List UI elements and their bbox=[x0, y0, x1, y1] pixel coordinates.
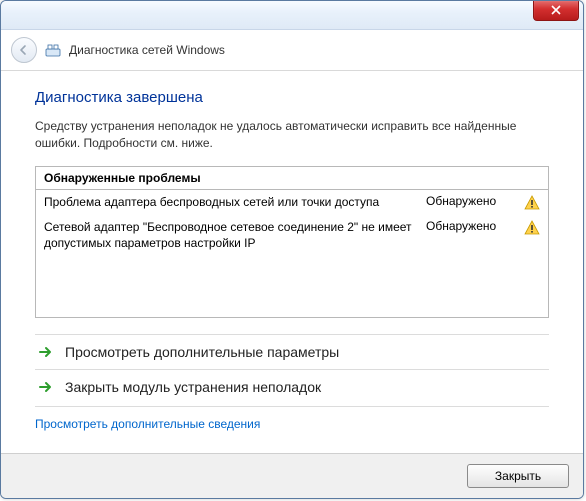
network-diag-icon bbox=[45, 42, 61, 58]
problems-header: Обнаруженные проблемы bbox=[36, 167, 548, 190]
page-subtext: Средству устранения неполадок не удалось… bbox=[35, 118, 549, 152]
problem-text: Сетевой адаптер "Беспроводное сетевое со… bbox=[44, 219, 418, 251]
arrow-right-icon bbox=[37, 343, 55, 361]
details-link-row: Просмотреть дополнительные сведения bbox=[35, 406, 549, 431]
dialog-footer: Закрыть bbox=[1, 453, 583, 498]
close-window-button[interactable] bbox=[533, 0, 579, 21]
dialog-window: Диагностика сетей Windows Диагностика за… bbox=[0, 0, 584, 499]
option-view-params[interactable]: Просмотреть дополнительные параметры bbox=[35, 334, 549, 369]
problem-text: Проблема адаптера беспроводных сетей или… bbox=[44, 194, 418, 210]
option-label: Закрыть модуль устранения неполадок bbox=[65, 379, 321, 395]
page-heading: Диагностика завершена bbox=[35, 89, 549, 106]
close-button[interactable]: Закрыть bbox=[467, 464, 569, 488]
window-title: Диагностика сетей Windows bbox=[69, 43, 225, 57]
option-close-module[interactable]: Закрыть модуль устранения неполадок bbox=[35, 369, 549, 404]
warning-icon bbox=[524, 220, 540, 236]
arrow-right-icon bbox=[37, 378, 55, 396]
close-button-label: Закрыть bbox=[495, 469, 541, 483]
option-label: Просмотреть дополнительные параметры bbox=[65, 344, 339, 360]
header-row: Диагностика сетей Windows bbox=[1, 30, 583, 71]
warning-icon bbox=[524, 195, 540, 211]
problem-status: Обнаружено bbox=[426, 194, 516, 208]
back-button[interactable] bbox=[11, 37, 37, 63]
problem-row: Проблема адаптера беспроводных сетей или… bbox=[36, 190, 548, 215]
close-icon bbox=[551, 5, 561, 15]
problem-row: Сетевой адаптер "Беспроводное сетевое со… bbox=[36, 215, 548, 255]
problem-status: Обнаружено bbox=[426, 219, 516, 233]
content-area: Диагностика завершена Средству устранени… bbox=[1, 71, 583, 453]
back-arrow-icon bbox=[18, 44, 30, 56]
titlebar[interactable] bbox=[1, 1, 583, 30]
problems-box: Обнаруженные проблемы Проблема адаптера … bbox=[35, 166, 549, 318]
details-link[interactable]: Просмотреть дополнительные сведения bbox=[35, 417, 260, 431]
